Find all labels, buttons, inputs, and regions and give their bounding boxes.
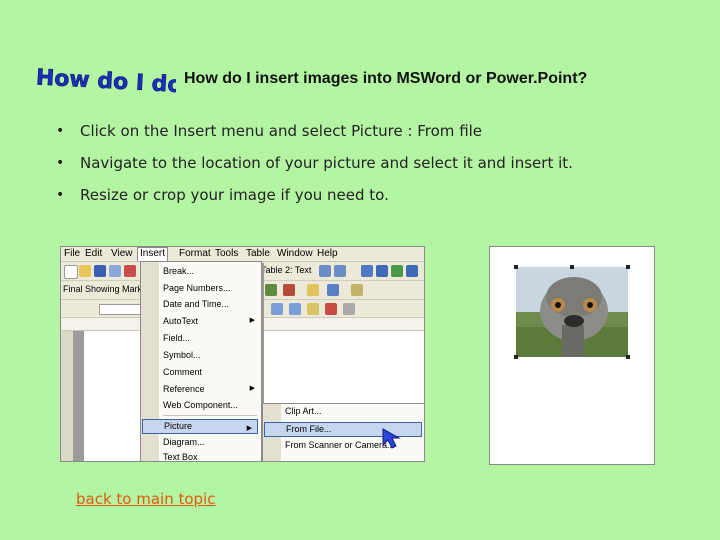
menu-separator — [163, 415, 257, 416]
columns-icon[interactable] — [406, 265, 418, 277]
border-icon[interactable] — [343, 303, 355, 315]
hyperlink-icon[interactable] — [361, 265, 373, 277]
bullet-icon: • — [56, 155, 65, 171]
menu-table[interactable]: Table — [246, 248, 270, 259]
table-label: Table 2: Text — [261, 265, 312, 275]
menu-item-date-time[interactable]: Date and Time... — [163, 299, 229, 309]
menu-item-break[interactable]: Break... — [163, 266, 194, 276]
menu-format[interactable]: Format — [179, 248, 211, 259]
word-insert-menu-screenshot: File Edit View Insert Format Tools Table… — [60, 246, 425, 462]
menu-item-diagram[interactable]: Diagram... — [163, 437, 205, 447]
track-changes-icon[interactable] — [327, 284, 339, 296]
menu-item-web-component[interactable]: Web Component... — [163, 400, 238, 410]
menu-item-comment[interactable]: Comment — [163, 367, 202, 377]
submenu-item-clip-art[interactable]: Clip Art... — [285, 406, 322, 416]
menu-item-symbol[interactable]: Symbol... — [163, 350, 201, 360]
font-color-icon[interactable] — [325, 303, 337, 315]
permission-icon[interactable] — [109, 265, 121, 277]
instruction-text: Resize or crop your image if you need to… — [80, 186, 389, 204]
resize-handle[interactable] — [626, 355, 630, 359]
instruction-text: Click on the Insert menu and select Pict… — [80, 122, 483, 140]
menu-item-page-numbers[interactable]: Page Numbers... — [163, 283, 231, 293]
excel-icon[interactable] — [391, 265, 403, 277]
menu-item-picture[interactable]: Picture ▶ — [142, 419, 258, 434]
menu-item-reference[interactable]: Reference ▶ — [163, 384, 255, 394]
reviewing-pane-icon[interactable] — [351, 284, 363, 296]
open-icon[interactable] — [79, 265, 91, 277]
font-size-box[interactable] — [99, 304, 141, 315]
display-for-review-field[interactable]: Final Showing Marku — [63, 284, 147, 294]
submenu-arrow-icon: ▶ — [249, 385, 255, 392]
resize-handle[interactable] — [626, 265, 630, 269]
instruction-text: Navigate to the location of your picture… — [80, 154, 573, 172]
menu-item-label: Reference — [163, 384, 205, 394]
comment-icon[interactable] — [307, 284, 319, 296]
how-do-i-do-this-logo: How do I do this? — [35, 65, 176, 100]
instruction-item: • Navigate to the location of your pictur… — [54, 153, 573, 173]
reject-change-icon[interactable] — [283, 284, 295, 296]
back-to-main-topic-link[interactable]: back to main topic — [76, 490, 215, 508]
menu-item-autotext[interactable]: AutoText ▶ — [163, 316, 255, 326]
page-title: How do I insert images into MSWord or Po… — [184, 70, 588, 87]
instruction-item: • Resize or crop your image if you need t… — [54, 185, 573, 205]
resize-handle[interactable] — [514, 355, 518, 359]
submenu-arrow-icon: ▶ — [249, 317, 255, 324]
indent-icon[interactable] — [289, 303, 301, 315]
menu-help[interactable]: Help — [317, 248, 338, 259]
instruction-list: • Click on the Insert menu and select Pic… — [54, 121, 573, 217]
highlight-icon[interactable] — [307, 303, 319, 315]
bullets-icon[interactable] — [271, 303, 283, 315]
print-icon[interactable] — [124, 265, 136, 277]
redo-icon[interactable] — [334, 265, 346, 277]
save-icon[interactable] — [94, 265, 106, 277]
page-margin — [73, 331, 84, 461]
emu-photo[interactable] — [516, 267, 628, 357]
resize-handle[interactable] — [570, 265, 574, 269]
menu-tools[interactable]: Tools — [215, 248, 238, 259]
resize-handle[interactable] — [514, 265, 518, 269]
submenu-arrow-icon: ▶ — [246, 425, 252, 432]
menu-insert[interactable]: Insert — [137, 247, 169, 261]
inserted-picture-page — [489, 246, 655, 465]
menu-bar: File Edit View Insert Format Tools Table… — [61, 247, 424, 262]
tables-icon[interactable] — [376, 265, 388, 277]
instruction-item: • Click on the Insert menu and select Pic… — [54, 121, 573, 141]
menu-edit[interactable]: Edit — [85, 248, 102, 259]
new-icon[interactable] — [64, 265, 78, 279]
menu-view[interactable]: View — [111, 248, 133, 259]
menu-item-field[interactable]: Field... — [163, 333, 190, 343]
emu-image — [516, 267, 628, 357]
menu-item-label: Picture — [164, 421, 193, 431]
undo-icon[interactable] — [319, 265, 331, 277]
submenu-item-from-scanner[interactable]: From Scanner or Camera... — [285, 440, 395, 450]
pointer-arrow-icon — [382, 428, 401, 449]
bullet-icon: • — [56, 187, 65, 203]
menu-item-label: AutoText — [163, 316, 199, 326]
menu-item-text-box[interactable]: Text Box — [163, 452, 198, 461]
menu-window[interactable]: Window — [277, 248, 313, 259]
insert-menu: Break... Page Numbers... Date and Time..… — [140, 261, 262, 461]
bullet-icon: • — [56, 123, 65, 139]
accept-change-icon[interactable] — [265, 284, 277, 296]
logo-text: How do I do this? — [35, 65, 176, 100]
menu-file[interactable]: File — [64, 248, 80, 259]
